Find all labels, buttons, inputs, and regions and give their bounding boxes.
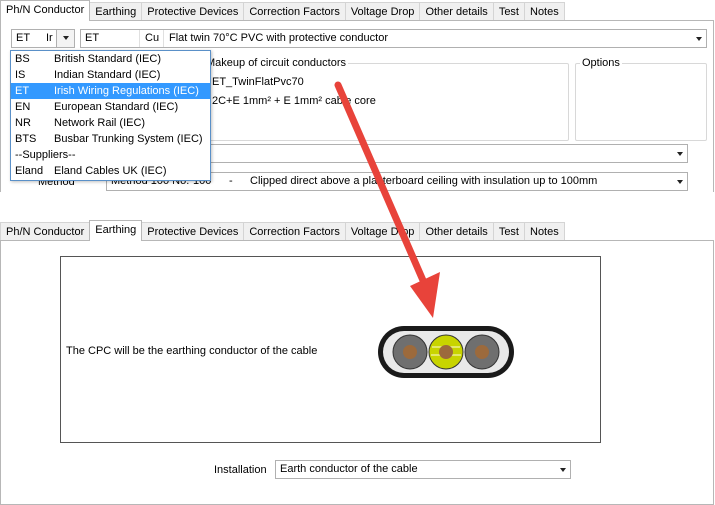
tab-correction-factors[interactable]: Correction Factors bbox=[243, 222, 346, 241]
makeup-cable-ref: ET_TwinFlatPvc70 bbox=[212, 76, 304, 88]
item-name: Irish Wiring Regulations (IEC) bbox=[54, 85, 199, 97]
dropdown-item-eland[interactable]: Eland Eland Cables UK (IEC) bbox=[11, 163, 210, 179]
dropdown-item-et[interactable]: ET Irish Wiring Regulations (IEC) bbox=[11, 83, 210, 99]
item-code: IS bbox=[15, 69, 26, 81]
tab-protective-devices[interactable]: Protective Devices bbox=[141, 222, 245, 241]
item-code: BTS bbox=[15, 133, 37, 145]
top-tabstrip: Ph/N Conductor Earthing Protective Devic… bbox=[0, 0, 565, 21]
tab-test[interactable]: Test bbox=[492, 2, 525, 21]
dropdown-item-bs[interactable]: BS British Standard (IEC) bbox=[11, 51, 210, 67]
chevron-down-icon bbox=[677, 180, 683, 184]
tab-voltage-drop[interactable]: Voltage Drop bbox=[344, 222, 421, 241]
dropdown-item-is[interactable]: IS Indian Standard (IEC) bbox=[11, 67, 210, 83]
installation-label: Installation bbox=[214, 464, 267, 476]
item-code: EN bbox=[15, 101, 31, 113]
tab-notes[interactable]: Notes bbox=[524, 222, 565, 241]
chevron-down-icon bbox=[63, 36, 69, 40]
standards-dropdown-list[interactable]: BS British Standard (IEC) IS Indian Standa… bbox=[10, 50, 211, 181]
tab-other-details[interactable]: Other details bbox=[419, 2, 494, 21]
tab-earthing[interactable]: Earthing bbox=[89, 220, 143, 241]
item-name: Indian Standard (IEC) bbox=[54, 69, 161, 81]
cable-description: Flat twin 70°C PVC with protective condu… bbox=[169, 32, 388, 44]
dropdown-item-bts[interactable]: BTS Busbar Trunking System (IEC) bbox=[11, 131, 210, 147]
options-group: Options bbox=[575, 57, 707, 141]
standard-combo-button[interactable] bbox=[56, 30, 74, 47]
makeup-group: Makeup of circuit conductors ET_TwinFlat… bbox=[199, 57, 569, 141]
makeup-group-label: Makeup of circuit conductors bbox=[204, 57, 349, 69]
item-name: --Suppliers-- bbox=[15, 149, 76, 161]
tab-earthing[interactable]: Earthing bbox=[89, 2, 143, 21]
cpc-text: The CPC will be the earthing conductor o… bbox=[66, 345, 318, 357]
reference-combo[interactable] bbox=[206, 144, 688, 163]
item-name: European Standard (IEC) bbox=[54, 101, 179, 113]
bottom-tabstrip: Ph/N Conductor Earthing Protective Devic… bbox=[0, 220, 565, 241]
installation-value: Earth conductor of the cable bbox=[280, 463, 418, 475]
tab-protective-devices[interactable]: Protective Devices bbox=[141, 2, 245, 21]
standard-combo[interactable]: ET Ir bbox=[11, 29, 75, 48]
item-code: Eland bbox=[15, 165, 44, 177]
neutral-core-copper bbox=[475, 345, 489, 359]
installation-combo[interactable]: Earth conductor of the cable bbox=[275, 460, 571, 479]
dropdown-separator-suppliers: --Suppliers-- bbox=[11, 147, 210, 163]
method-separator: - bbox=[229, 175, 233, 187]
tab-voltage-drop[interactable]: Voltage Drop bbox=[344, 2, 421, 21]
cable-type-combo[interactable]: ET Cu Flat twin 70°C PVC with protective… bbox=[80, 29, 707, 48]
method-description: Clipped direct above a plasterboard ceil… bbox=[250, 175, 598, 187]
dropdown-item-en[interactable]: EN European Standard (IEC) bbox=[11, 99, 210, 115]
flat-cable-diagram-icon bbox=[378, 326, 514, 378]
tab-correction-factors[interactable]: Correction Factors bbox=[243, 2, 346, 21]
item-name: Busbar Trunking System (IEC) bbox=[54, 133, 203, 145]
item-name: British Standard (IEC) bbox=[54, 53, 161, 65]
earthing-drawing-panel: The CPC will be the earthing conductor o… bbox=[60, 256, 601, 443]
tab-notes[interactable]: Notes bbox=[524, 2, 565, 21]
chevron-down-icon bbox=[677, 152, 683, 156]
dropdown-item-nr[interactable]: NR Network Rail (IEC) bbox=[11, 115, 210, 131]
cable-code: ET bbox=[85, 32, 100, 44]
earth-core-copper bbox=[439, 345, 453, 359]
line-core-copper bbox=[403, 345, 417, 359]
item-name: Network Rail (IEC) bbox=[54, 117, 146, 129]
tab-ph-n-conductor[interactable]: Ph/N Conductor bbox=[0, 0, 91, 21]
item-name: Eland Cables UK (IEC) bbox=[54, 165, 167, 177]
tab-other-details[interactable]: Other details bbox=[419, 222, 494, 241]
chevron-down-icon bbox=[560, 468, 566, 472]
makeup-cores: 2C+E 1mm² + E 1mm² cable core bbox=[212, 95, 376, 107]
standard-combo-code: ET bbox=[16, 32, 31, 44]
item-code: ET bbox=[15, 85, 30, 97]
combo-divider bbox=[163, 30, 164, 47]
item-code: BS bbox=[15, 53, 30, 65]
chevron-down-icon bbox=[696, 37, 702, 41]
cable-material: Cu bbox=[145, 32, 160, 44]
options-group-label: Options bbox=[580, 57, 622, 69]
combo-divider bbox=[139, 30, 140, 47]
tab-ph-n-conductor[interactable]: Ph/N Conductor bbox=[0, 222, 91, 241]
standard-combo-text: Ir bbox=[46, 32, 53, 44]
item-code: NR bbox=[15, 117, 31, 129]
tab-test[interactable]: Test bbox=[492, 222, 525, 241]
